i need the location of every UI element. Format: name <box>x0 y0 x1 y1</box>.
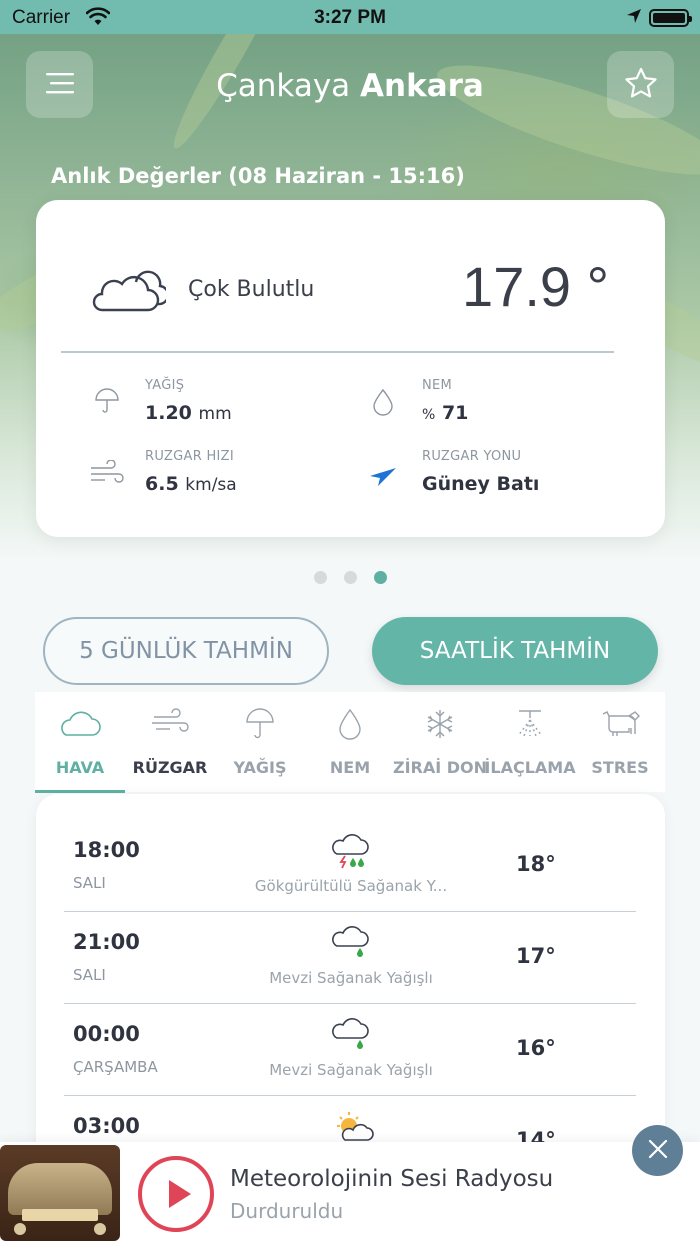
list-item[interactable]: 18:00 SALI Gökgürültülü Sağanak Y... 18° <box>64 820 636 912</box>
close-icon <box>647 1138 669 1164</box>
forecast-day: ÇARŞAMBA <box>73 1058 158 1076</box>
wind-direction-value: Güney Batı <box>422 473 540 495</box>
humidity-prefix: % <box>422 407 436 423</box>
favorite-button[interactable] <box>607 51 674 118</box>
wind-speed-value: 6.5 km/sa <box>145 473 237 495</box>
drop-icon <box>372 388 394 420</box>
radio-status: Durduruldu <box>230 1199 344 1223</box>
clock: 3:27 PM <box>314 7 386 28</box>
radio-image <box>0 1145 120 1241</box>
sprayer-icon <box>513 708 547 744</box>
cloud-rain-icon <box>331 1018 371 1054</box>
location-arrow-icon <box>626 8 642 30</box>
humidity-label: NEM <box>422 378 453 393</box>
umbrella-icon <box>94 388 120 418</box>
tab-hava[interactable]: HAVA <box>35 692 125 792</box>
five-day-forecast-button[interactable]: 5 GÜNLÜK TAHMİN <box>43 617 329 685</box>
tab-nem[interactable]: NEM <box>305 692 395 792</box>
page-indicator[interactable] <box>314 571 387 584</box>
wind-icon <box>150 708 190 744</box>
hourly-forecast-button[interactable]: SAATLİK TAHMİN <box>372 617 658 685</box>
forecast-time: 00:00 <box>73 1022 140 1046</box>
star-icon <box>624 67 658 103</box>
category-tabs: HAVA RÜZGAR YAĞIŞ NEM ZİRAİ DON İLAÇLAMA… <box>35 692 665 792</box>
play-icon <box>165 1178 193 1214</box>
list-item[interactable]: 21:00 SALI Mevzi Sağanak Yağışlı 17° <box>64 912 636 1004</box>
page-title: Çankaya Ankara <box>0 68 700 104</box>
status-bar: Carrier 3:27 PM <box>0 0 700 34</box>
wind-icon <box>89 459 125 490</box>
current-values-heading: Anlık Değerler (08 Haziran - 15:16) <box>51 164 465 188</box>
tab-ruzgar[interactable]: RÜZGAR <box>125 692 215 792</box>
active-tab-indicator <box>35 790 125 793</box>
district-name: Çankaya <box>216 68 351 104</box>
forecast-temperature: 17° <box>516 944 556 968</box>
close-player-button[interactable] <box>632 1125 683 1176</box>
forecast-day: SALI <box>73 966 106 984</box>
page-dot[interactable] <box>314 571 327 584</box>
umbrella-icon <box>245 708 275 744</box>
wind-direction-arrow-icon <box>368 466 398 492</box>
forecast-description: Mevzi Sağanak Yağışlı <box>269 969 433 987</box>
humidity-value: % 71 <box>422 402 469 424</box>
forecast-day: SALI <box>73 874 106 892</box>
forecast-temperature: 18° <box>516 852 556 876</box>
cow-icon <box>599 708 641 744</box>
forecast-description: Mevzi Sağanak Yağışlı <box>269 1061 433 1079</box>
wind-speed-unit: km/sa <box>185 475 237 495</box>
tab-stres[interactable]: STRES <box>575 692 665 792</box>
battery-icon <box>649 9 692 27</box>
cloudy-icon <box>90 270 170 318</box>
forecast-time: 18:00 <box>73 838 140 862</box>
current-temperature: 17.9 ° <box>462 255 609 318</box>
page-dot-active[interactable] <box>374 571 387 584</box>
list-item[interactable]: 00:00 ÇARŞAMBA Mevzi Sağanak Yağışlı 16° <box>64 1004 636 1096</box>
cloud-icon <box>58 708 102 744</box>
wind-speed-label: RUZGAR HIZI <box>145 449 235 464</box>
precip-value: 1.20 mm <box>145 402 232 424</box>
forecast-description: Gökgürültülü Sağanak Y... <box>254 877 448 895</box>
tab-label: STRES <box>591 758 649 777</box>
radio-name: Meteorolojinin Sesi Radyosu <box>230 1166 554 1192</box>
tab-yagis[interactable]: YAĞIŞ <box>215 692 305 792</box>
tab-zirai-don[interactable]: ZİRAİ DON <box>393 692 487 792</box>
current-weather-card[interactable]: Çok Bulutlu 17.9 ° YAĞIŞ 1.20 mm NEM % 7… <box>36 200 665 537</box>
forecast-temperature: 16° <box>516 1036 556 1060</box>
precip-label: YAĞIŞ <box>145 378 185 393</box>
tab-ilaclama[interactable]: İLAÇLAMA <box>484 692 576 792</box>
thunder-rain-icon <box>331 834 371 870</box>
wind-direction-label: RUZGAR YONU <box>422 449 522 464</box>
precip-unit: mm <box>198 404 232 424</box>
card-divider <box>61 351 614 353</box>
cloud-rain-icon <box>331 926 371 962</box>
snowflake-icon <box>424 708 456 744</box>
drop-icon <box>338 708 362 744</box>
radio-player: Meteorolojinin Sesi Radyosu Durduruldu <box>0 1142 700 1244</box>
play-button[interactable] <box>138 1156 214 1232</box>
condition-text: Çok Bulutlu <box>188 277 315 302</box>
page-dot[interactable] <box>344 571 357 584</box>
partly-sunny-icon <box>331 1110 374 1146</box>
forecast-time: 03:00 <box>73 1114 140 1138</box>
forecast-time: 21:00 <box>73 930 140 954</box>
city-name: Ankara <box>360 68 484 104</box>
